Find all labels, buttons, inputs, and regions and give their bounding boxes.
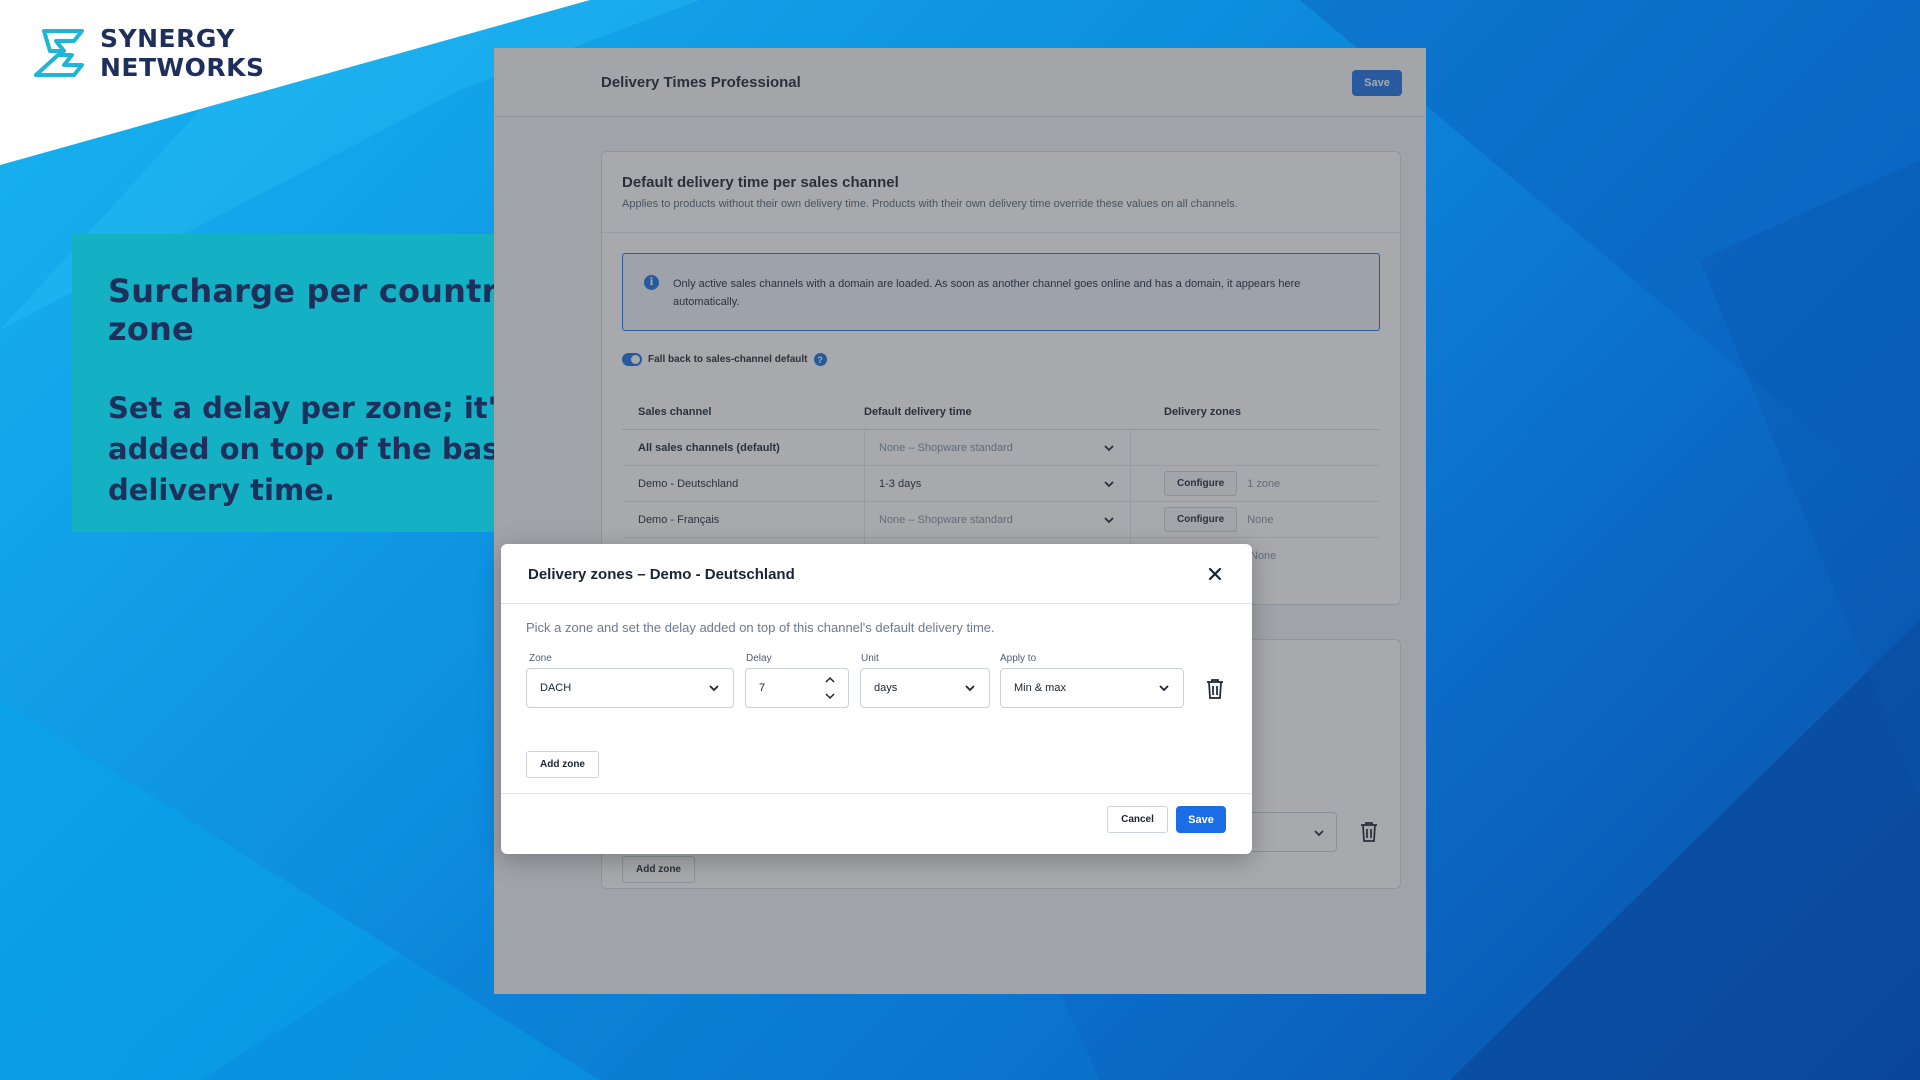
chevron-down-icon [1159,685,1169,692]
modal-title: Delivery zones – Demo - Deutschland [528,566,795,583]
modal-description: Pick a zone and set the delay added on t… [526,620,995,635]
promo-title: Surcharge per country zone [108,272,519,348]
add-zone-button[interactable]: Add zone [526,751,599,778]
delivery-zones-modal: Delivery zones – Demo - Deutschland Pick… [501,544,1252,854]
chevron-down-icon [709,685,719,692]
unit-label: Unit [861,653,879,664]
stepper-arrows-icon[interactable] [824,675,836,701]
zone-label: Zone [529,653,552,664]
delay-value: 7 [759,682,766,694]
brand-line-1: SYNERGY [100,24,235,53]
synergy-logo-icon [34,29,84,77]
close-icon[interactable] [1204,563,1226,585]
brand-line-2: NETWORKS [100,53,265,82]
trash-icon[interactable] [1205,678,1225,700]
unit-select[interactable]: days [860,668,990,708]
promo-body: Set a delay per zone; it's added on top … [108,391,520,507]
unit-value: days [874,682,898,694]
apply-to-select[interactable]: Min & max [1000,668,1184,708]
zone-value: DACH [540,682,572,694]
modal-save-button[interactable]: Save [1176,806,1226,833]
delay-label: Delay [746,653,772,664]
apply-to-value: Min & max [1014,682,1066,694]
chevron-down-icon [965,685,975,692]
apply-to-label: Apply to [1000,653,1037,664]
zone-select[interactable]: DACH [526,668,734,708]
cancel-button[interactable]: Cancel [1107,806,1168,833]
brand-logo: SYNERGY NETWORKS [30,26,265,80]
delay-stepper[interactable]: 7 [745,668,849,708]
